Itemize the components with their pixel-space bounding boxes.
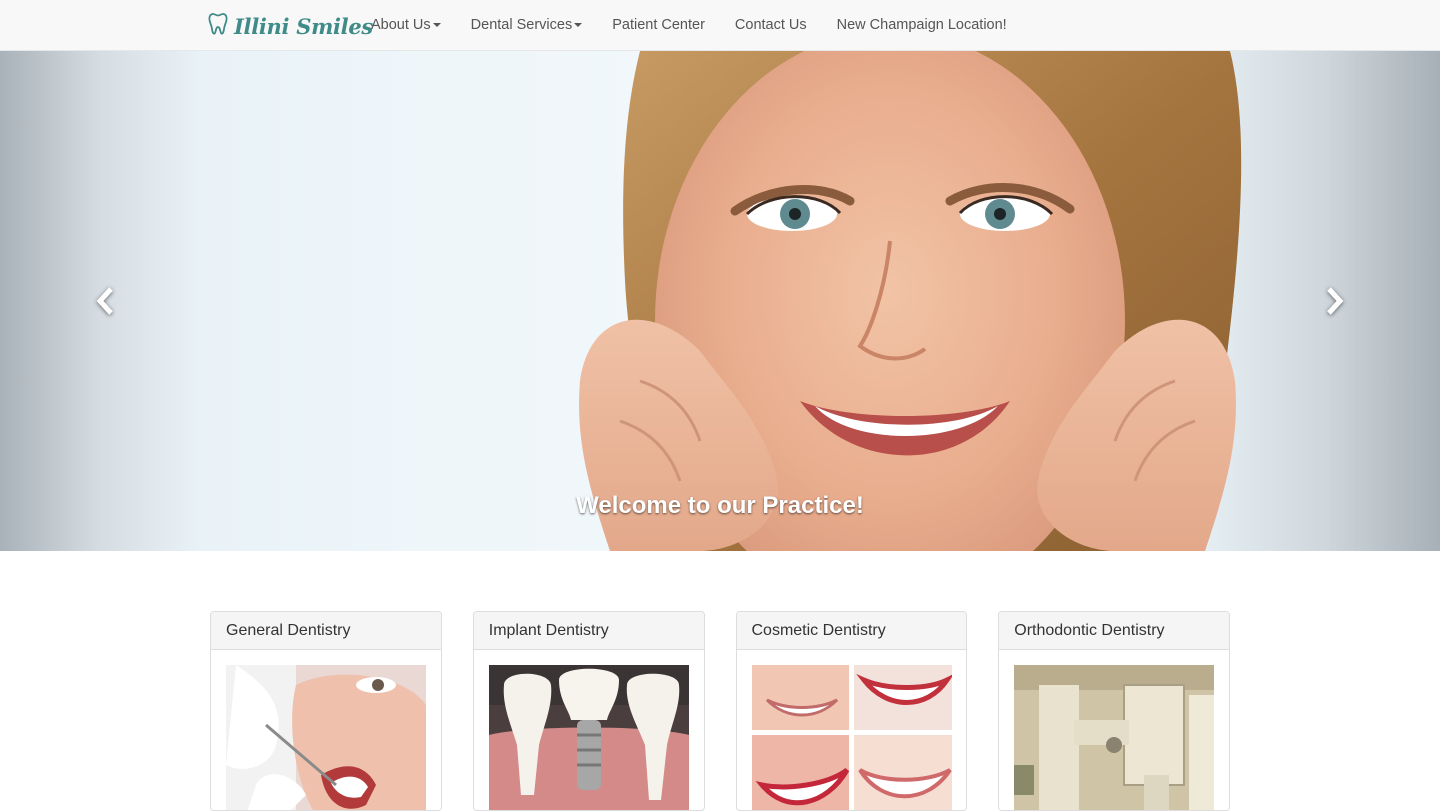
nav-label: Contact Us: [734, 17, 807, 33]
nav-label: About Us: [371, 17, 431, 33]
dental-implant-model-photo: [488, 665, 689, 810]
brand-logo[interactable]: Illini Smiles: [208, 11, 373, 41]
nav-dental-services[interactable]: Dental Services: [456, 0, 598, 50]
caret-down-icon: [574, 23, 583, 27]
service-panel-general[interactable]: General Dentistry: [210, 611, 442, 811]
carousel-prev-button[interactable]: [86, 286, 126, 320]
service-panel-orthodontic[interactable]: Orthodontic Dentistry: [998, 611, 1230, 811]
service-panel-implant[interactable]: Implant Dentistry: [472, 611, 705, 811]
hero-carousel: Welcome to our Practice!: [0, 51, 1440, 551]
dentist-examining-patient-photo: [226, 665, 426, 810]
chevron-left-icon: [95, 286, 117, 321]
panel-title: Cosmetic Dentistry: [736, 612, 967, 650]
chevron-right-icon: [1323, 286, 1345, 321]
carousel-caption: Welcome to our Practice!: [576, 492, 864, 519]
main-nav: About Us Dental Services Patient Center …: [356, 0, 1022, 50]
nav-contact-us[interactable]: Contact Us: [720, 0, 822, 50]
carousel-next-button[interactable]: [1314, 286, 1354, 320]
panel-title: General Dentistry: [211, 612, 441, 650]
navbar: Illini Smiles About Us Dental Services P…: [0, 0, 1440, 51]
nav-label: Patient Center: [612, 17, 705, 33]
nav-about-us[interactable]: About Us: [356, 0, 456, 50]
caret-down-icon: [432, 23, 441, 27]
services-row: General Dentistry Implant Dentistry Cosm…: [210, 611, 1230, 811]
nav-label: Dental Services: [470, 17, 573, 33]
smile-collage-photo: [751, 665, 952, 810]
nav-new-location[interactable]: New Champaign Location!: [822, 0, 1022, 50]
tooth-icon: [208, 12, 228, 41]
nav-label: New Champaign Location!: [836, 17, 1007, 33]
smiling-woman-photo: [579, 51, 1242, 551]
panel-title: Orthodontic Dentistry: [999, 612, 1229, 650]
service-panel-cosmetic[interactable]: Cosmetic Dentistry: [735, 611, 968, 811]
nav-patient-center[interactable]: Patient Center: [597, 0, 720, 50]
dental-xray-machine-photo: [1014, 665, 1215, 810]
panel-title: Implant Dentistry: [473, 612, 704, 650]
brand-name: Illini Smiles: [234, 13, 373, 39]
